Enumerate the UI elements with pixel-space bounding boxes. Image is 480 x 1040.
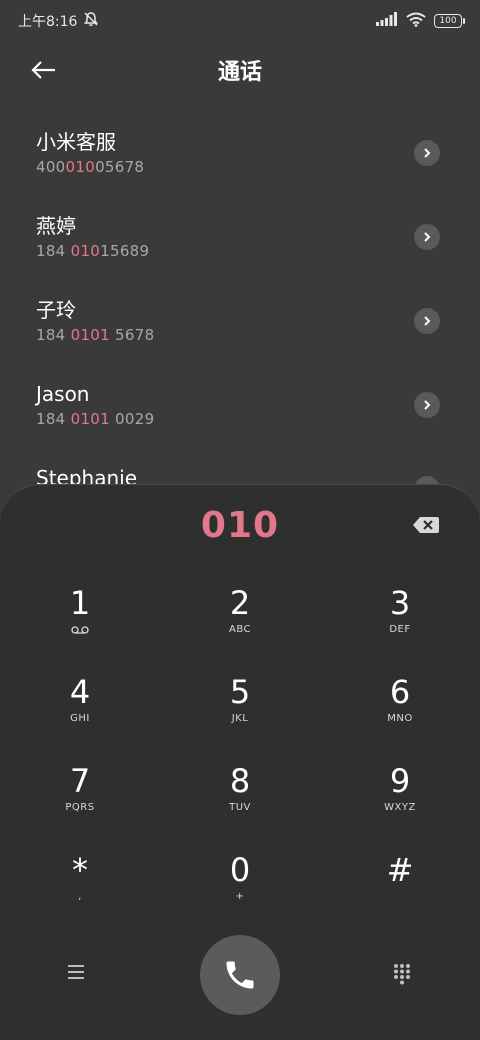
contact-number: 184 0101 5678 [36, 326, 155, 344]
battery-icon: 100 [434, 14, 465, 28]
contact-detail-button[interactable] [414, 308, 440, 334]
chevron-right-icon [424, 400, 431, 410]
dialpad-panel: 010 1 2 ABC 3 DEF 4 GHI 5 JKL 6 MNO 7 PQ… [0, 484, 480, 1040]
key-1[interactable]: 1 [0, 583, 160, 672]
chevron-right-icon [424, 232, 431, 242]
contact-row[interactable]: 小米客服 40001005678 [0, 118, 480, 202]
page-title: 通话 [217, 60, 262, 85]
key-star[interactable]: * , [0, 850, 160, 939]
key-3[interactable]: 3 DEF [320, 583, 480, 672]
contact-detail-button[interactable] [414, 392, 440, 418]
status-time: 上午8:16 [18, 14, 78, 30]
call-button[interactable] [200, 935, 280, 1015]
wifi-icon [406, 12, 426, 31]
contact-detail-button[interactable] [414, 140, 440, 166]
backspace-icon [413, 517, 439, 533]
voicemail-icon [71, 623, 89, 637]
backspace-button[interactable] [412, 515, 440, 537]
key-6[interactable]: 6 MNO [320, 672, 480, 761]
contact-row[interactable]: 燕婷 184 01015689 [0, 202, 480, 286]
contact-number: 40001005678 [36, 158, 145, 176]
keypad: 1 2 ABC 3 DEF 4 GHI 5 JKL 6 MNO 7 PQRS 8… [0, 583, 480, 939]
phone-icon [226, 961, 254, 989]
back-arrow-icon [31, 61, 55, 79]
signal-icon [376, 12, 398, 30]
menu-button[interactable] [66, 963, 90, 987]
contact-number: 184 01015689 [36, 242, 150, 260]
key-2[interactable]: 2 ABC [160, 583, 320, 672]
key-8[interactable]: 8 TUV [160, 761, 320, 850]
key-5[interactable]: 5 JKL [160, 672, 320, 761]
dialed-number: 010 [200, 505, 280, 546]
chevron-right-icon [424, 148, 431, 158]
hamburger-menu-icon [68, 965, 84, 979]
key-hash[interactable]: # [320, 850, 480, 939]
dialpad-bottom-bar [0, 935, 480, 1017]
contact-row[interactable]: 子玲 184 0101 5678 [0, 286, 480, 370]
status-right: 100 [376, 12, 465, 31]
status-bar: 上午8:16 100 [0, 0, 480, 42]
contact-number: 184 0101 0029 [36, 410, 155, 428]
dialpad-grid-icon [394, 964, 410, 985]
contact-detail-button[interactable] [414, 224, 440, 250]
chevron-right-icon [424, 316, 431, 326]
status-left: 上午8:16 [18, 11, 99, 31]
header: 通话 [0, 48, 480, 92]
contact-row[interactable]: Jason 184 0101 0029 [0, 370, 480, 454]
key-0[interactable]: 0 + [160, 850, 320, 939]
contact-list: 小米客服 40001005678 燕婷 184 01015689 子玲 184 … [0, 118, 480, 538]
key-7[interactable]: 7 PQRS [0, 761, 160, 850]
mute-notification-icon [83, 11, 99, 31]
keypad-toggle-button[interactable] [392, 963, 416, 987]
key-9[interactable]: 9 WXYZ [320, 761, 480, 850]
back-button[interactable] [28, 54, 60, 86]
key-4[interactable]: 4 GHI [0, 672, 160, 761]
